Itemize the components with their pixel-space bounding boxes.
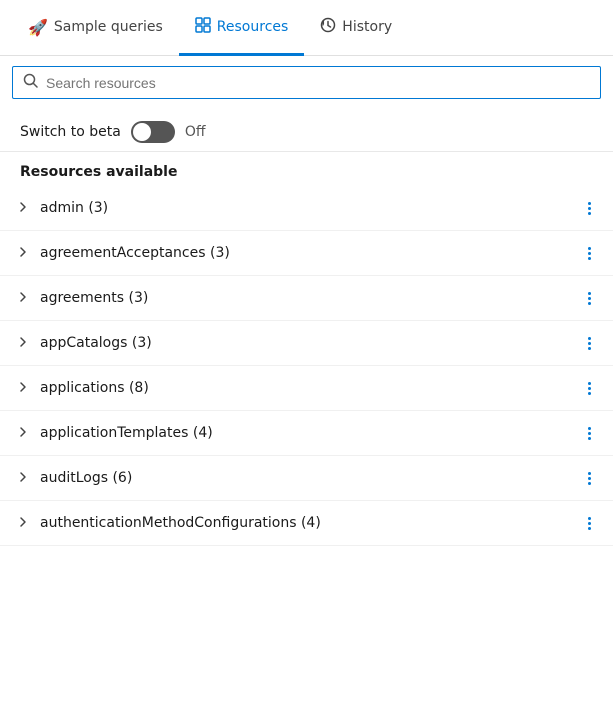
tab-sample-queries-label: Sample queries <box>54 19 163 35</box>
toggle-knob <box>133 123 151 141</box>
more-options-button[interactable] <box>577 292 601 305</box>
tab-resources[interactable]: Resources <box>179 1 305 56</box>
search-input[interactable] <box>46 75 590 91</box>
tab-history-label: History <box>342 19 392 35</box>
chevron-icon <box>16 516 30 531</box>
tab-history[interactable]: History <box>304 1 408 56</box>
list-item[interactable]: agreementAcceptances (3) <box>0 231 613 276</box>
chevron-icon <box>16 246 30 261</box>
tab-sample-queries[interactable]: 🚀 Sample queries <box>12 1 179 56</box>
list-item[interactable]: admin (3) <box>0 186 613 231</box>
more-options-button[interactable] <box>577 337 601 350</box>
list-item[interactable]: agreements (3) <box>0 276 613 321</box>
list-item[interactable]: applications (8) <box>0 366 613 411</box>
more-options-button[interactable] <box>577 382 601 395</box>
tab-bar: 🚀 Sample queries Resources History <box>0 0 613 56</box>
list-item[interactable]: auditLogs (6) <box>0 456 613 501</box>
resource-name: auditLogs (6) <box>40 470 577 486</box>
more-options-button[interactable] <box>577 472 601 485</box>
chevron-icon <box>16 201 30 216</box>
resource-name: authenticationMethodConfigurations (4) <box>40 515 577 531</box>
toggle-state-label: Off <box>185 124 206 140</box>
chevron-icon <box>16 336 30 351</box>
more-options-button[interactable] <box>577 517 601 530</box>
chevron-icon <box>16 426 30 441</box>
main-content: Switch to beta Off Resources available a… <box>0 56 613 721</box>
list-item[interactable]: appCatalogs (3) <box>0 321 613 366</box>
beta-section: Switch to beta Off <box>0 109 613 152</box>
tab-resources-label: Resources <box>217 19 289 35</box>
chevron-icon <box>16 381 30 396</box>
chevron-icon <box>16 471 30 486</box>
more-options-button[interactable] <box>577 427 601 440</box>
resource-name: admin (3) <box>40 200 577 216</box>
resources-heading: Resources available <box>0 152 613 186</box>
resources-icon <box>195 17 211 37</box>
history-icon <box>320 17 336 37</box>
list-item[interactable]: applicationTemplates (4) <box>0 411 613 456</box>
resource-name: agreements (3) <box>40 290 577 306</box>
search-bar <box>12 66 601 99</box>
sample-queries-icon: 🚀 <box>28 18 48 37</box>
more-options-button[interactable] <box>577 202 601 215</box>
resource-name: applications (8) <box>40 380 577 396</box>
more-options-button[interactable] <box>577 247 601 260</box>
beta-label: Switch to beta <box>20 124 121 140</box>
list-item[interactable]: authenticationMethodConfigurations (4) <box>0 501 613 546</box>
resource-name: agreementAcceptances (3) <box>40 245 577 261</box>
resource-name: applicationTemplates (4) <box>40 425 577 441</box>
beta-toggle[interactable] <box>131 121 175 143</box>
resource-list[interactable]: admin (3) agreementAcceptances (3) agreeme… <box>0 186 613 721</box>
search-icon <box>23 73 38 92</box>
chevron-icon <box>16 291 30 306</box>
resource-name: appCatalogs (3) <box>40 335 577 351</box>
